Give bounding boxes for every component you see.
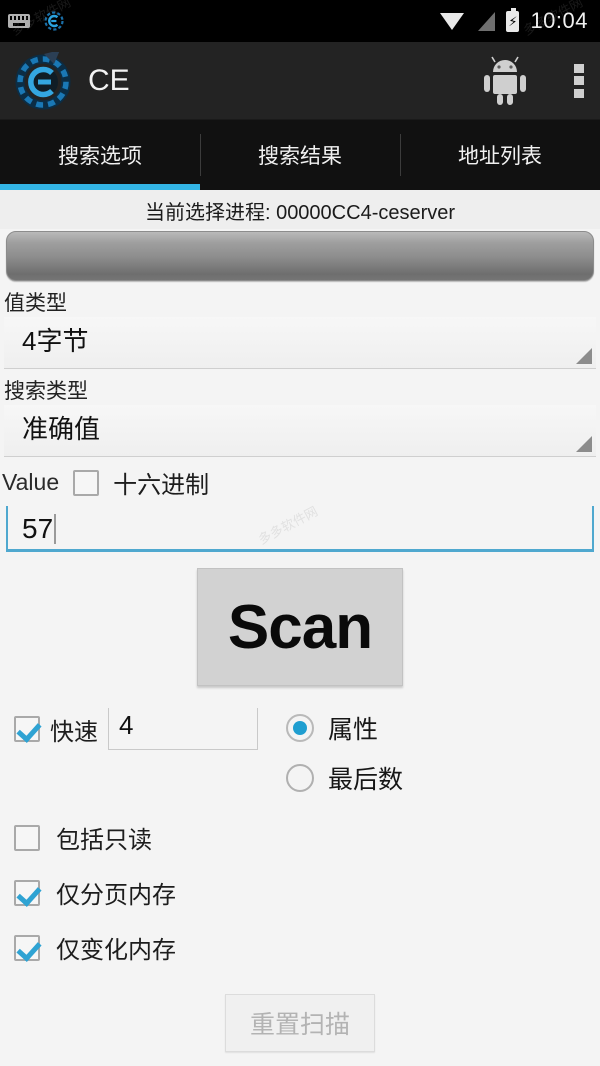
radio-last-digits-label: 最后数 — [328, 766, 404, 794]
reset-scan-button[interactable]: 重置扫描 — [224, 994, 375, 1052]
scan-button-wrap: Scan — [0, 552, 600, 686]
tab-label: 搜索选项 — [58, 145, 142, 168]
battery-charging-icon: ⚡ — [506, 7, 520, 32]
paged-memory-only-label: 仅分页内存 — [56, 882, 176, 909]
hex-checkbox[interactable] — [73, 469, 100, 496]
paged-memory-only-checkbox[interactable] — [14, 879, 40, 906]
value-input[interactable]: 57 — [6, 506, 594, 552]
keyboard-icon — [8, 14, 30, 28]
text-cursor — [54, 514, 57, 544]
radio-attribute[interactable] — [286, 714, 314, 742]
android-robot-icon[interactable] — [482, 56, 528, 106]
include-readonly-label: 包括只读 — [56, 827, 152, 854]
radio-attribute-label: 属性 — [328, 716, 379, 744]
tab-search-options[interactable]: 搜索选项 — [0, 120, 200, 190]
scan-button[interactable]: Scan — [197, 568, 403, 686]
app-screen: ⚡ 10:04 CE 搜索选项 搜索结果 地址列表 当前选择进程: 00000C… — [0, 0, 600, 1066]
tab-search-results[interactable]: 搜索结果 — [200, 120, 400, 190]
radio-row-last-digits[interactable]: 最后数 — [286, 760, 403, 796]
status-bar-left-icons — [8, 11, 64, 31]
fast-scan-left: 快速 4 — [0, 708, 286, 750]
scan-options-panel: 当前选择进程: 00000CC4-ceserver 值类型 4字节 搜索类型 准… — [0, 190, 600, 1066]
fast-scan-checkbox[interactable] — [14, 716, 40, 742]
fast-scan-label: 快速 — [50, 718, 98, 746]
paged-memory-only-row[interactable]: 仅分页内存 — [0, 865, 600, 920]
status-bar: ⚡ 10:04 — [0, 0, 600, 42]
app-title: CE — [88, 63, 130, 97]
tab-bar: 搜索选项 搜索结果 地址列表 — [0, 120, 600, 190]
status-bar-right-icons: ⚡ 10:04 — [440, 7, 588, 34]
chevron-down-icon — [576, 436, 592, 452]
cheat-engine-notification-icon — [44, 11, 64, 31]
changed-memory-only-checkbox[interactable] — [14, 934, 40, 961]
selected-process-label: 当前选择进程: 00000CC4-ceserver — [0, 190, 600, 229]
status-bar-clock: 10:04 — [530, 8, 588, 33]
tab-address-list[interactable]: 地址列表 — [400, 120, 600, 190]
overflow-menu-icon[interactable] — [574, 63, 584, 98]
value-type-spinner[interactable]: 4字节 — [4, 317, 596, 369]
process-select-button[interactable] — [6, 231, 594, 281]
value-label: Value — [2, 469, 60, 495]
reset-button-wrap: 重置扫描 — [0, 994, 600, 1052]
scan-type-label: 搜索类型 — [4, 380, 88, 403]
fast-scan-alignment-input[interactable]: 4 — [108, 708, 258, 750]
tab-label: 地址列表 — [458, 145, 542, 168]
value-input-text: 57 — [22, 513, 54, 544]
fast-scan-row: 快速 4 属性 最后数 — [0, 708, 600, 810]
value-row: Value 十六进制 — [0, 457, 600, 502]
tab-label: 搜索结果 — [258, 145, 342, 168]
scan-mode-radio-group: 属性 最后数 — [286, 708, 403, 810]
chevron-down-icon — [576, 348, 592, 364]
signal-icon — [475, 11, 496, 31]
value-type-label: 值类型 — [4, 292, 67, 315]
radio-row-attribute[interactable]: 属性 — [286, 710, 403, 746]
changed-memory-only-label: 仅变化内存 — [56, 937, 176, 964]
include-readonly-row[interactable]: 包括只读 — [0, 810, 600, 865]
changed-memory-only-row[interactable]: 仅变化内存 — [0, 920, 600, 975]
app-bar: CE — [0, 42, 600, 120]
wifi-icon — [440, 12, 465, 30]
hex-checkbox-label: 十六进制 — [113, 472, 210, 499]
scan-options-group: 快速 4 属性 最后数 包括只读 仅分页内存 仅变化内存 — [0, 686, 600, 975]
scan-type-value: 准确值 — [22, 414, 101, 444]
scan-type-spinner[interactable]: 准确值 — [4, 405, 596, 457]
include-readonly-checkbox[interactable] — [14, 824, 40, 851]
radio-last-digits[interactable] — [286, 764, 314, 792]
value-type-value: 4字节 — [22, 326, 89, 356]
cheat-engine-logo — [14, 49, 72, 110]
